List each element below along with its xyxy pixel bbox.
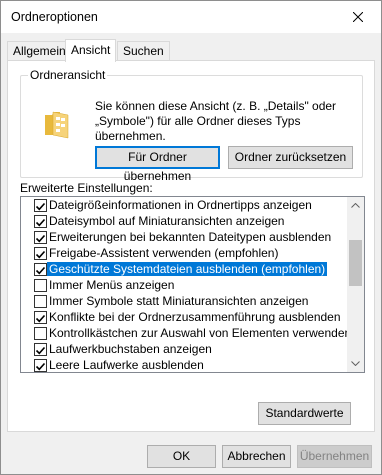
tab-ansicht[interactable]: Ansicht <box>65 39 117 62</box>
chevron-up-icon <box>351 203 360 208</box>
checkmark-icon <box>35 362 46 371</box>
checked-checkbox[interactable] <box>34 199 47 212</box>
view-tab-panel: Ordneransicht Sie können diese Ansicht (… <box>7 60 375 432</box>
settings-item-label: Immer Symbole statt Miniaturansichten an… <box>49 294 309 308</box>
vertical-scrollbar[interactable] <box>347 197 364 372</box>
scrollbar-thumb[interactable] <box>349 240 362 286</box>
settings-list-item[interactable]: Dateigrößeinformationen in Ordnertipps a… <box>21 197 347 213</box>
checkmark-icon <box>35 234 46 243</box>
advanced-settings-list[interactable]: Dateigrößeinformationen in Ordnertipps a… <box>20 196 365 373</box>
settings-list-item[interactable]: Geschützte Systemdateien ausblenden (emp… <box>21 261 347 277</box>
checked-checkbox[interactable] <box>34 215 47 228</box>
settings-list-item[interactable]: Laufwerkbuchstaben anzeigen <box>21 341 347 357</box>
tab-suchen[interactable]: Suchen <box>117 41 170 61</box>
settings-list-item[interactable]: Leere Laufwerke ausblenden <box>21 357 347 372</box>
chevron-down-icon <box>351 361 360 366</box>
apply-button[interactable]: Übernehmen <box>297 445 372 468</box>
settings-item-label: Leere Laufwerke ausblenden <box>49 358 204 372</box>
checked-checkbox[interactable] <box>34 343 47 356</box>
tab-allgemein[interactable]: Allgemein <box>7 41 72 61</box>
scroll-up-button[interactable] <box>347 197 364 214</box>
checked-checkbox[interactable] <box>34 311 47 324</box>
checkmark-icon <box>35 218 46 227</box>
unchecked-checkbox[interactable] <box>34 295 47 308</box>
reset-folders-button[interactable]: Ordner zurücksetzen <box>228 146 353 169</box>
unchecked-checkbox[interactable] <box>34 327 47 340</box>
settings-item-label: Freigabe-Assistent verwenden (empfohlen) <box>49 246 279 260</box>
checkmark-icon <box>35 346 46 355</box>
checkmark-icon <box>35 314 46 323</box>
settings-item-label: Konflikte bei der Ordnerzusammenführung … <box>49 310 341 324</box>
settings-item-label: Erweiterungen bei bekannten Dateitypen a… <box>49 230 332 244</box>
close-icon <box>353 12 363 22</box>
title-bar: Ordneroptionen <box>1 1 381 33</box>
settings-list-item[interactable]: Dateisymbol auf Miniaturansichten anzeig… <box>21 213 347 229</box>
settings-item-label: Kontrollkästchen zur Auswahl von Element… <box>49 326 352 340</box>
ok-button[interactable]: OK <box>147 445 216 468</box>
settings-list-item[interactable]: Immer Symbole statt Miniaturansichten an… <box>21 293 347 309</box>
advanced-settings-items: Dateigrößeinformationen in Ordnertipps a… <box>21 197 351 372</box>
folder-options-dialog: Ordneroptionen Allgemein Ansicht Suchen … <box>0 0 382 475</box>
settings-item-label: Geschützte Systemdateien ausblenden (emp… <box>45 261 329 277</box>
folder-view-group: Ordneransicht Sie können diese Ansicht (… <box>20 68 363 183</box>
window-title: Ordneroptionen <box>11 10 98 24</box>
settings-list-item[interactable]: Freigabe-Assistent verwenden (empfohlen) <box>21 245 347 261</box>
tab-strip: Allgemein Ansicht Suchen <box>7 39 377 62</box>
cancel-button[interactable]: Abbrechen <box>222 445 291 468</box>
checked-checkbox[interactable] <box>34 263 47 276</box>
settings-list-item[interactable]: Konflikte bei der Ordnerzusammenführung … <box>21 309 347 325</box>
settings-item-label: Dateisymbol auf Miniaturansichten anzeig… <box>49 214 285 228</box>
folder-view-label: Ordneransicht <box>28 68 108 82</box>
checkmark-icon <box>35 250 46 259</box>
checkmark-icon <box>35 266 46 275</box>
settings-list-item[interactable]: Kontrollkästchen zur Auswahl von Element… <box>21 325 351 341</box>
apply-to-folders-button[interactable]: Für Ordner übernehmen <box>95 146 220 183</box>
settings-item-label: Immer Menüs anzeigen <box>49 278 175 292</box>
checked-checkbox[interactable] <box>34 247 47 260</box>
checked-checkbox[interactable] <box>34 359 47 372</box>
checked-checkbox[interactable] <box>34 231 47 244</box>
unchecked-checkbox[interactable] <box>34 279 47 292</box>
checkmark-icon <box>35 202 46 211</box>
folder-icon <box>45 111 69 139</box>
scroll-down-button[interactable] <box>347 355 364 372</box>
settings-list-item[interactable]: Erweiterungen bei bekannten Dateitypen a… <box>21 229 347 245</box>
advanced-settings-label: Erweiterte Einstellungen: <box>20 181 153 195</box>
settings-list-item[interactable]: Immer Menüs anzeigen <box>21 277 347 293</box>
folder-view-description: Sie können diese Ansicht (z. B. „Details… <box>95 99 337 143</box>
settings-item-label: Laufwerkbuchstaben anzeigen <box>49 342 212 356</box>
settings-item-label: Dateigrößeinformationen in Ordnertipps a… <box>49 198 312 212</box>
restore-defaults-button[interactable]: Standardwerte <box>258 402 351 425</box>
close-button[interactable] <box>335 1 381 33</box>
